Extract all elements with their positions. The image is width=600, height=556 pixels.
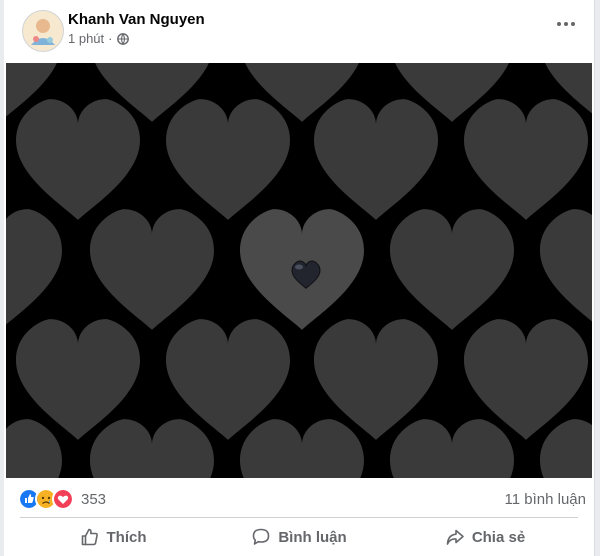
post-card: Khanh Van Nguyen 1 phút · 353 11 bình lu… bbox=[4, 0, 595, 556]
like-button[interactable]: Thích bbox=[20, 520, 206, 554]
reaction-summary[interactable]: 353 bbox=[18, 488, 106, 510]
pattern-heart bbox=[390, 419, 514, 478]
post-image[interactable] bbox=[6, 63, 592, 478]
pattern-heart bbox=[16, 99, 140, 220]
comment-label: Bình luận bbox=[278, 528, 347, 546]
post-time[interactable]: 1 phút bbox=[68, 31, 104, 46]
pattern-heart bbox=[240, 419, 364, 478]
pattern-heart bbox=[90, 209, 214, 330]
comment-count[interactable]: 11 bình luận bbox=[505, 491, 586, 508]
share-button[interactable]: Chia sẻ bbox=[392, 520, 578, 554]
pattern-heart bbox=[540, 419, 592, 478]
pattern-heart bbox=[90, 419, 214, 478]
globe-icon bbox=[116, 32, 129, 45]
pattern-heart bbox=[6, 419, 62, 478]
separator-dot: · bbox=[108, 31, 113, 46]
more-horizontal-icon[interactable] bbox=[554, 18, 578, 30]
pattern-heart bbox=[314, 99, 438, 220]
thumbs-up-icon bbox=[81, 528, 98, 546]
heart-pattern bbox=[6, 63, 592, 478]
love-reaction-icon bbox=[52, 488, 74, 510]
emoji-highlight bbox=[295, 264, 303, 270]
comment-button[interactable]: Bình luận bbox=[206, 520, 392, 554]
pattern-heart bbox=[6, 209, 62, 325]
pattern-heart bbox=[390, 209, 514, 330]
share-label: Chia sẻ bbox=[471, 528, 526, 546]
post-meta: 1 phút · bbox=[68, 31, 129, 46]
author-avatar[interactable] bbox=[22, 10, 64, 52]
pattern-heart bbox=[166, 99, 290, 220]
pattern-heart bbox=[464, 99, 588, 220]
share-arrow-icon bbox=[446, 529, 464, 545]
author-name[interactable]: Khanh Van Nguyen bbox=[68, 11, 205, 28]
action-bar: Thích Bình luận Chia sẻ bbox=[20, 520, 578, 554]
pattern-heart bbox=[540, 209, 592, 322]
avatar-image bbox=[23, 11, 63, 51]
reaction-count: 353 bbox=[81, 490, 107, 508]
divider bbox=[20, 517, 578, 518]
like-label: Thích bbox=[106, 528, 147, 546]
comment-icon bbox=[253, 528, 270, 545]
